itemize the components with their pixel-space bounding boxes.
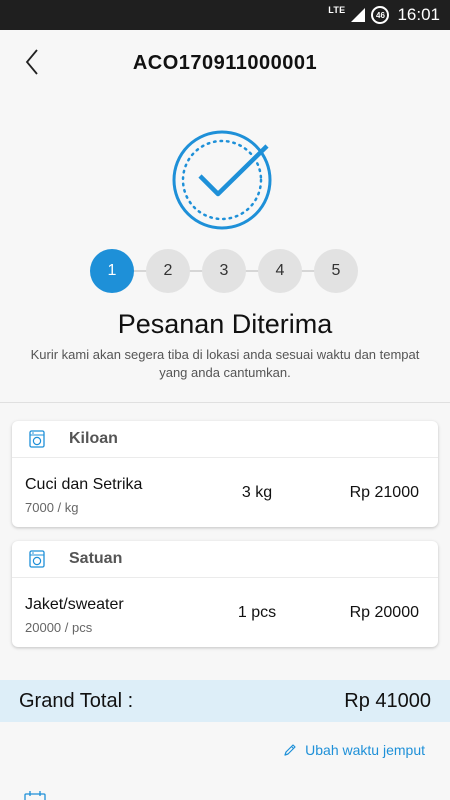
list-item[interactable]: Cuci dan Setrika 7000 / kg 3 kg Rp 21000 bbox=[12, 458, 438, 527]
washing-machine-icon bbox=[29, 550, 45, 568]
step-1[interactable]: 1 bbox=[90, 249, 134, 293]
section-title: Kiloan bbox=[69, 430, 118, 447]
network-type: LTE bbox=[328, 5, 346, 15]
item-quantity: 3 kg bbox=[241, 484, 273, 501]
check-circle-icon bbox=[172, 130, 272, 230]
app-bar: ACO170911000001 bbox=[0, 30, 450, 96]
divider bbox=[0, 402, 450, 403]
chevron-left-icon bbox=[25, 49, 38, 75]
step-3[interactable]: 3 bbox=[202, 249, 246, 293]
step-4[interactable]: 4 bbox=[258, 249, 302, 293]
grand-total-label: Grand Total : bbox=[19, 689, 134, 712]
status-bar: LTE 46 16:01 bbox=[0, 0, 450, 30]
step-5[interactable]: 5 bbox=[314, 249, 358, 293]
edit-pickup-time-link[interactable]: Ubah waktu jemput bbox=[283, 742, 425, 758]
item-total: Rp 20000 bbox=[349, 604, 419, 621]
page-title: ACO170911000001 bbox=[132, 51, 318, 74]
section-card-satuan: Satuan Jaket/sweater 20000 / pcs 1 pcs R… bbox=[12, 541, 438, 647]
progress-steps: 1 2 3 4 5 bbox=[90, 249, 360, 293]
item-total: Rp 21000 bbox=[349, 484, 419, 501]
item-name: Cuci dan Setrika bbox=[25, 476, 143, 493]
step-2[interactable]: 2 bbox=[146, 249, 190, 293]
grand-total-value: Rp 41000 bbox=[344, 689, 431, 712]
signal-icon bbox=[351, 8, 366, 22]
section-title: Satuan bbox=[69, 550, 123, 567]
list-item[interactable]: Jaket/sweater 20000 / pcs 1 pcs Rp 20000 bbox=[12, 578, 438, 647]
section-header: Kiloan bbox=[12, 421, 438, 458]
edit-pickup-label: Ubah waktu jemput bbox=[305, 742, 425, 758]
section-card-kiloan: Kiloan Cuci dan Setrika 7000 / kg 3 kg R… bbox=[12, 421, 438, 527]
pencil-icon bbox=[284, 744, 296, 756]
item-quantity: 1 pcs bbox=[237, 604, 277, 621]
item-unit-price: 20000 / pcs bbox=[25, 620, 93, 635]
back-button[interactable] bbox=[14, 44, 50, 80]
calendar-icon bbox=[24, 791, 46, 800]
status-hero bbox=[0, 124, 450, 236]
washing-machine-icon bbox=[29, 430, 45, 448]
status-description: Kurir kami akan segera tiba di lokasi an… bbox=[30, 347, 420, 380]
item-name: Jaket/sweater bbox=[25, 596, 124, 613]
grand-total-bar: Grand Total : Rp 41000 bbox=[0, 680, 450, 722]
section-header: Satuan bbox=[12, 541, 438, 578]
data-badge: 46 bbox=[371, 6, 390, 24]
item-unit-price: 7000 / kg bbox=[25, 500, 79, 515]
status-title: Pesanan Diterima bbox=[117, 309, 333, 339]
status-time: 16:01 bbox=[397, 5, 440, 24]
